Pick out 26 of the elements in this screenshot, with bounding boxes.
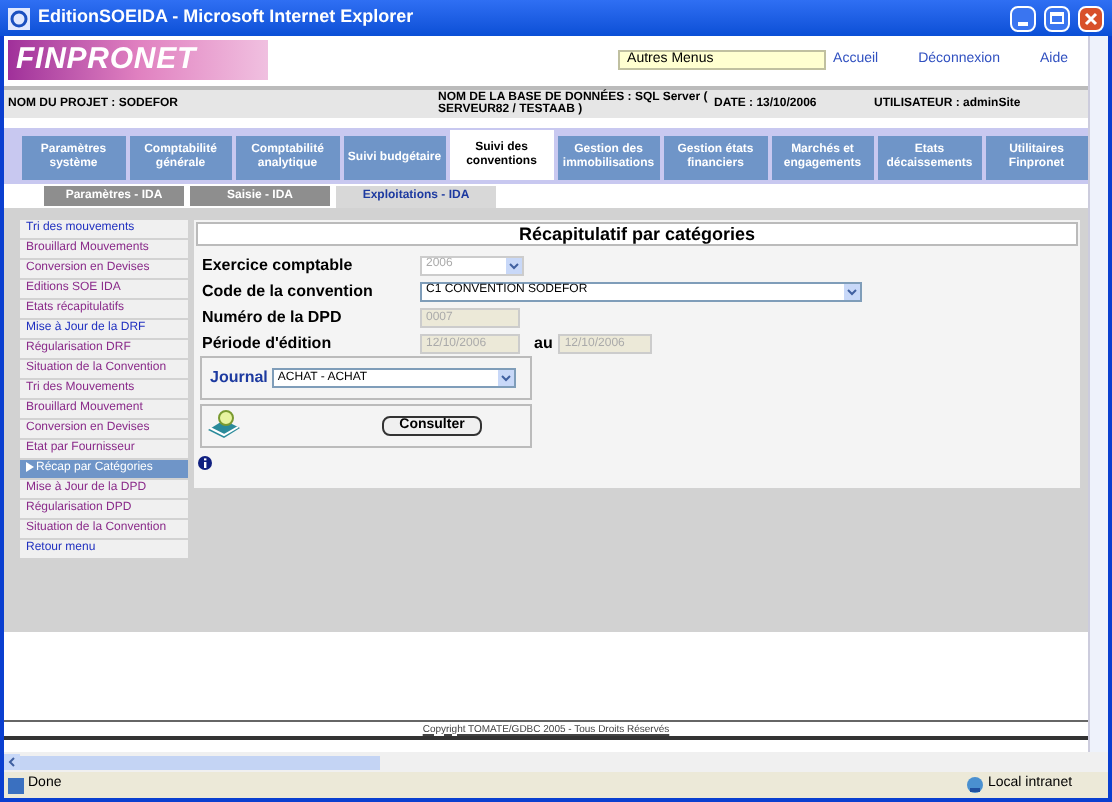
scrollbar-thumb[interactable] (20, 755, 380, 769)
window-title: EditionSOEIDA - Microsoft Internet Explorer (38, 4, 416, 31)
browser-icon (8, 7, 30, 29)
vertical-scrollbar[interactable] (1088, 36, 1108, 752)
close-button[interactable] (1078, 5, 1104, 31)
close-icon (1084, 11, 1098, 25)
dropdown-arrow-icon[interactable] (844, 283, 860, 299)
to-label: au (534, 331, 553, 355)
minimize-icon (1018, 21, 1028, 25)
dropdown-arrow-icon[interactable] (497, 370, 514, 386)
logo: FINPRONET (16, 39, 197, 80)
field-label: Exercice comptable (202, 253, 355, 277)
form-title: Récapitulatif par catégories (196, 222, 1078, 246)
book-icon (206, 410, 242, 442)
arrow-icon (26, 462, 34, 472)
field-label: Numéro de la DPD (202, 305, 344, 329)
field-label: Code de la convention (202, 279, 375, 303)
maximize-icon (1050, 12, 1064, 24)
minimize-button[interactable] (1010, 5, 1036, 31)
maximize-button[interactable] (1044, 5, 1070, 31)
field-label: Période d'édition (202, 331, 334, 355)
globe-icon (966, 776, 984, 794)
page-icon (8, 777, 24, 793)
scroll-left-icon[interactable] (4, 754, 20, 770)
journal-label: Journal (210, 366, 268, 390)
horizontal-scrollbar[interactable] (4, 752, 1108, 772)
